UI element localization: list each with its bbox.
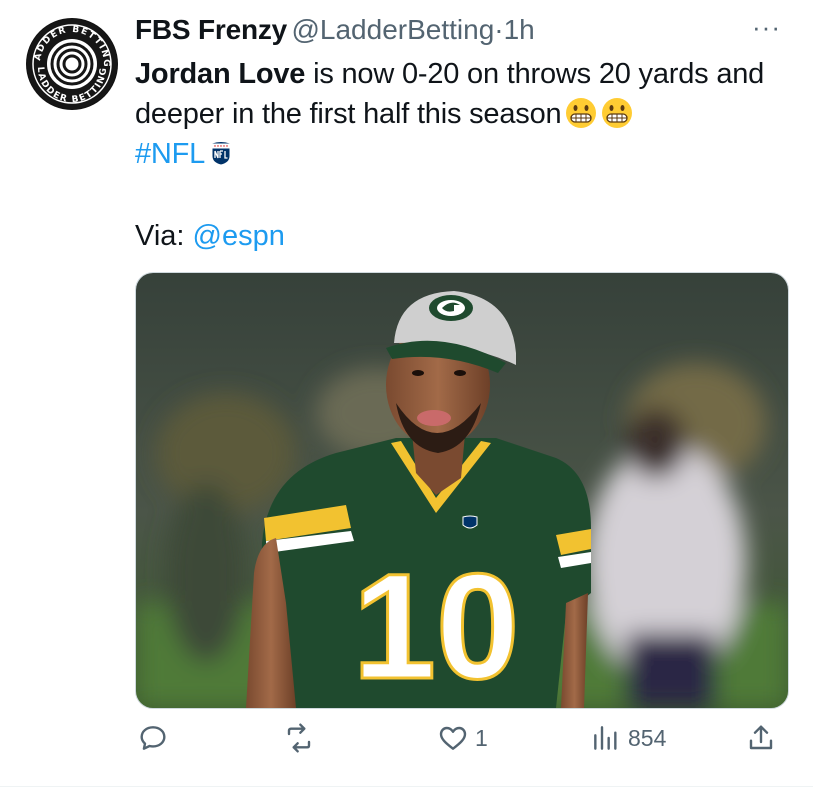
via-line: Via: @espn (135, 216, 285, 256)
grimace-emoji-icon (566, 98, 597, 128)
display-name[interactable]: FBS Frenzy (135, 14, 287, 45)
like-button[interactable]: 1 (437, 722, 488, 754)
mention-link[interactable]: @espn (193, 220, 285, 252)
time-separator: · (494, 14, 504, 45)
like-icon (439, 726, 467, 750)
reply-icon (140, 726, 166, 750)
repost-button[interactable] (283, 722, 321, 754)
via-label: Via: (135, 220, 193, 252)
tweet-header: FBS Frenzy @LadderBetting·1h ··· (135, 12, 793, 50)
views-button[interactable]: 854 (590, 722, 666, 754)
views-count: 854 (628, 724, 667, 751)
divider (0, 786, 813, 787)
action-bar: 1 854 (135, 722, 787, 766)
tweet-photo[interactable]: 10 (135, 272, 789, 709)
tweet-text-bold: Jordan Love (135, 58, 306, 90)
jersey-number: 10 (353, 542, 520, 708)
handle[interactable]: @LadderBetting (291, 14, 494, 45)
share-icon (749, 725, 773, 750)
like-count: 1 (475, 724, 488, 751)
nfl-shield-icon (211, 141, 231, 166)
timestamp[interactable]: 1h (504, 14, 535, 45)
grimace-emoji-icon (602, 98, 633, 128)
ladder-betting-logo: LADDER BETTING LADDER BETTING (26, 18, 117, 109)
more-icon[interactable]: ··· (752, 12, 781, 43)
avatar[interactable]: LADDER BETTING LADDER BETTING (26, 18, 118, 110)
share-button[interactable] (745, 722, 777, 754)
repost-icon (287, 723, 311, 753)
hashtag-link[interactable]: #NFL (135, 138, 205, 170)
tweet-text: Jordan Love is now 0-20 on throws 20 yar… (135, 54, 785, 174)
reply-button[interactable] (137, 722, 175, 754)
views-icon (594, 726, 617, 750)
player-photo: 10 (136, 273, 788, 708)
